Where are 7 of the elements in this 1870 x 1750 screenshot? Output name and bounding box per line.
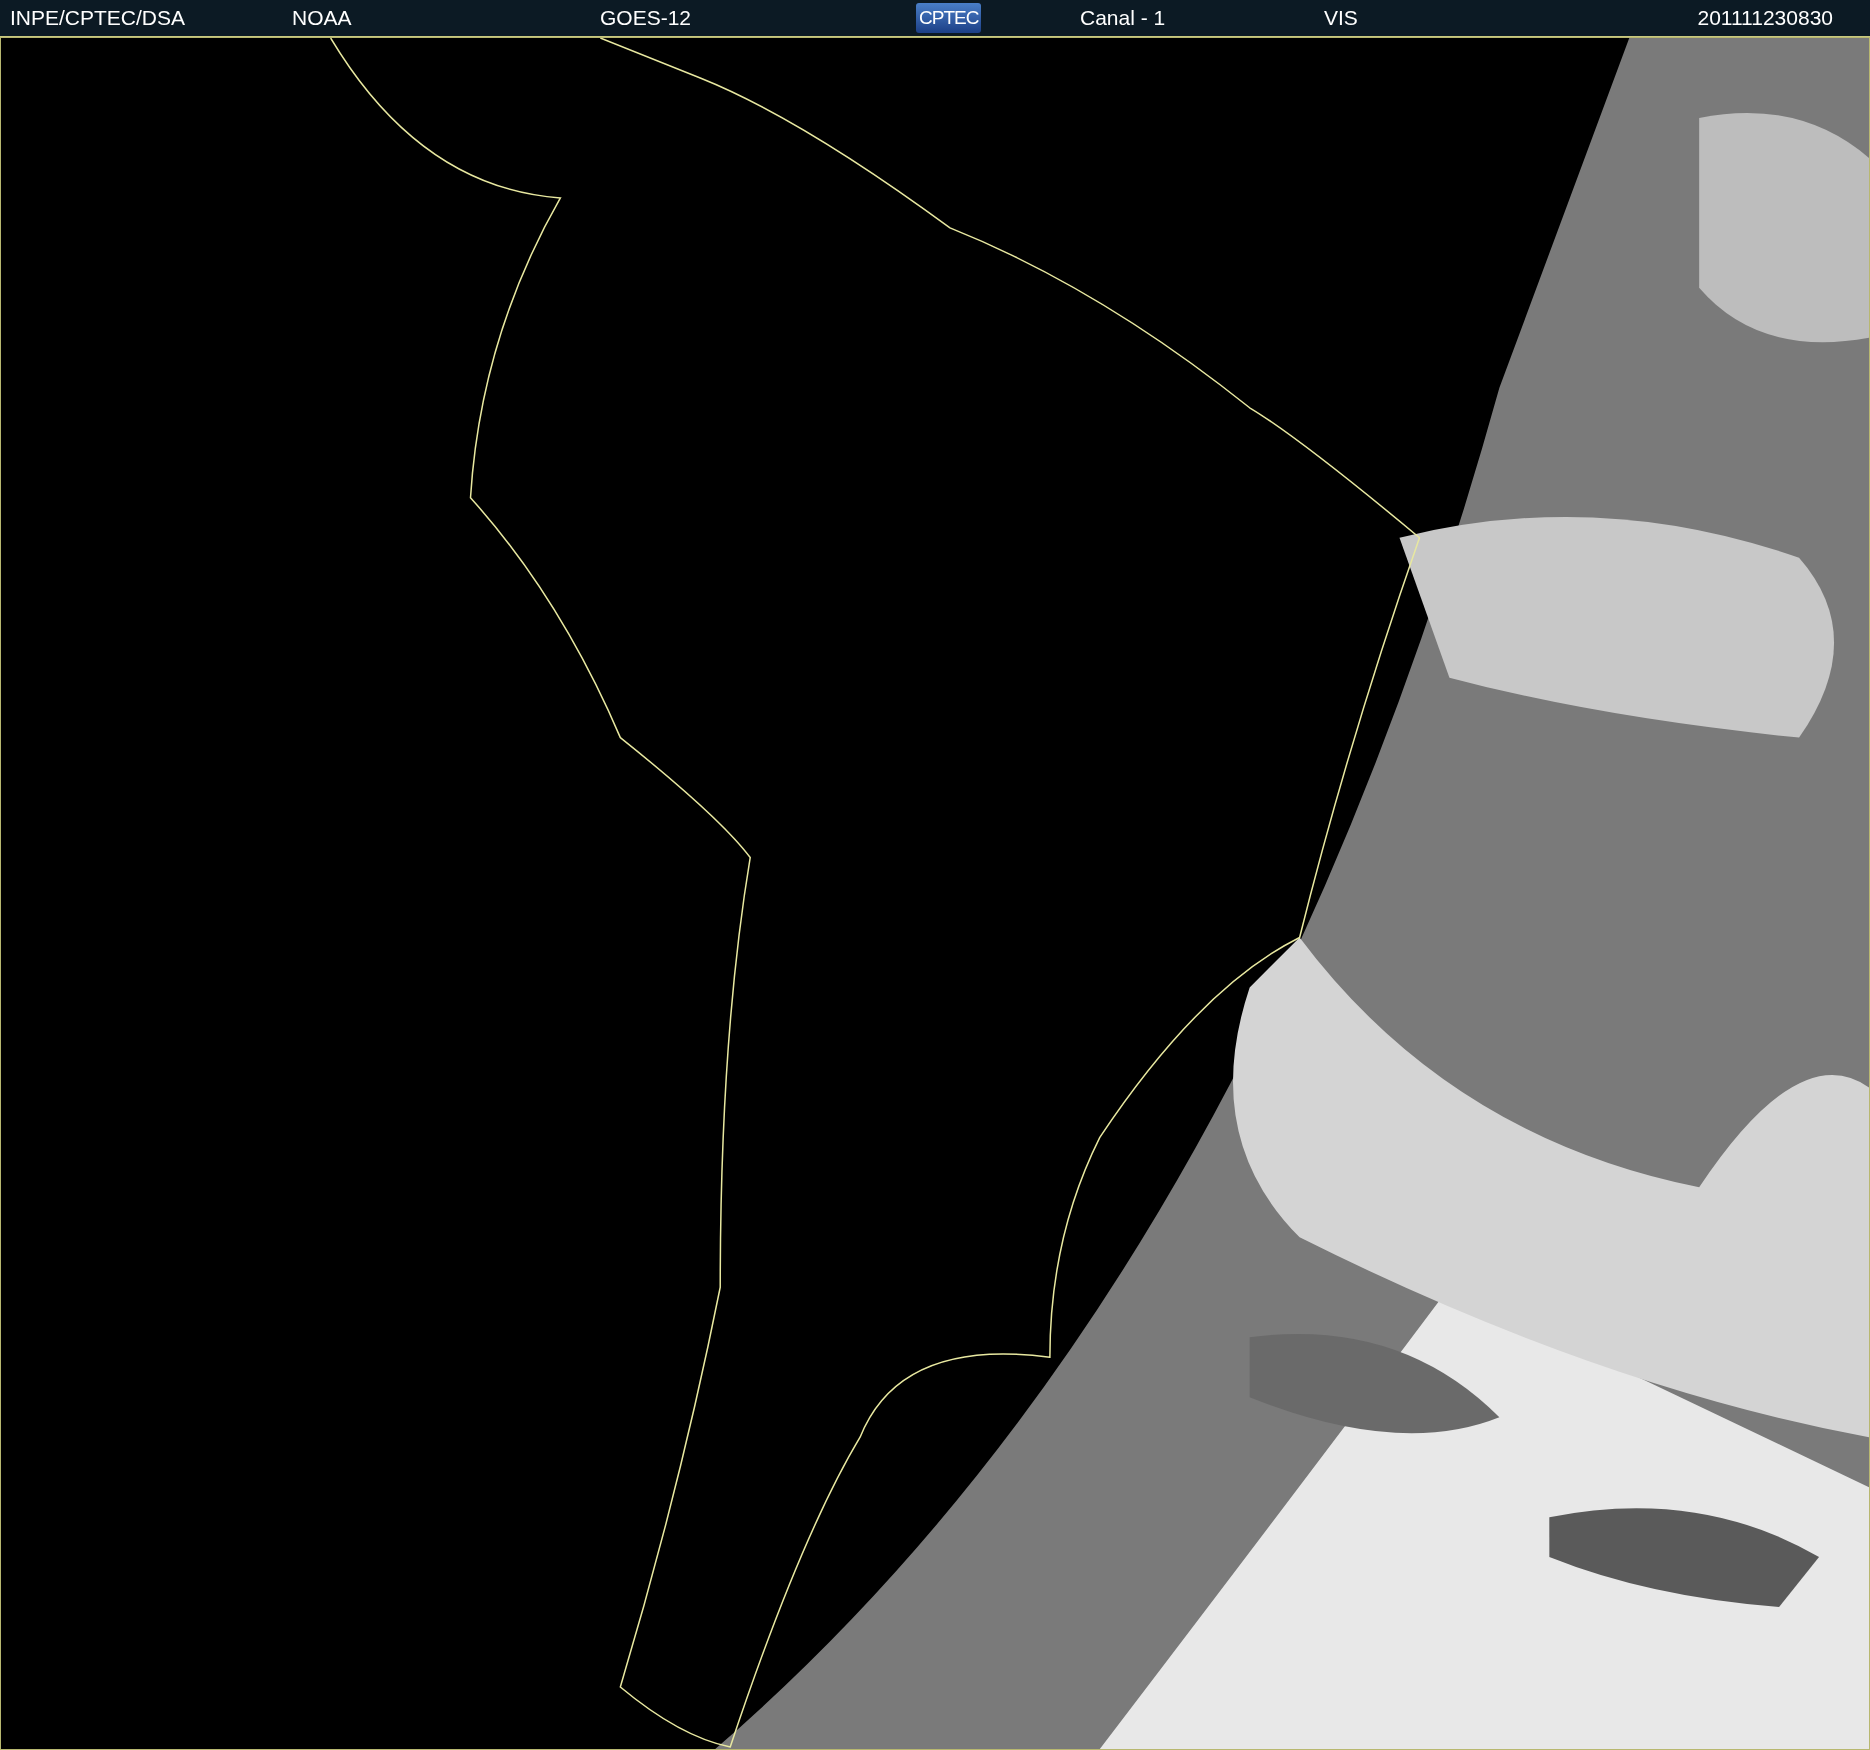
header-label: 201111230830 bbox=[1697, 6, 1833, 30]
header-label: VIS bbox=[1324, 6, 1358, 30]
header-label: INPE/CPTEC/DSA bbox=[10, 6, 186, 30]
header-label: GOES-12 bbox=[600, 6, 692, 30]
header-label: NOAA bbox=[292, 6, 352, 30]
header-label: Canal - 1 bbox=[1080, 6, 1166, 30]
logo: CPTEC bbox=[916, 3, 982, 33]
